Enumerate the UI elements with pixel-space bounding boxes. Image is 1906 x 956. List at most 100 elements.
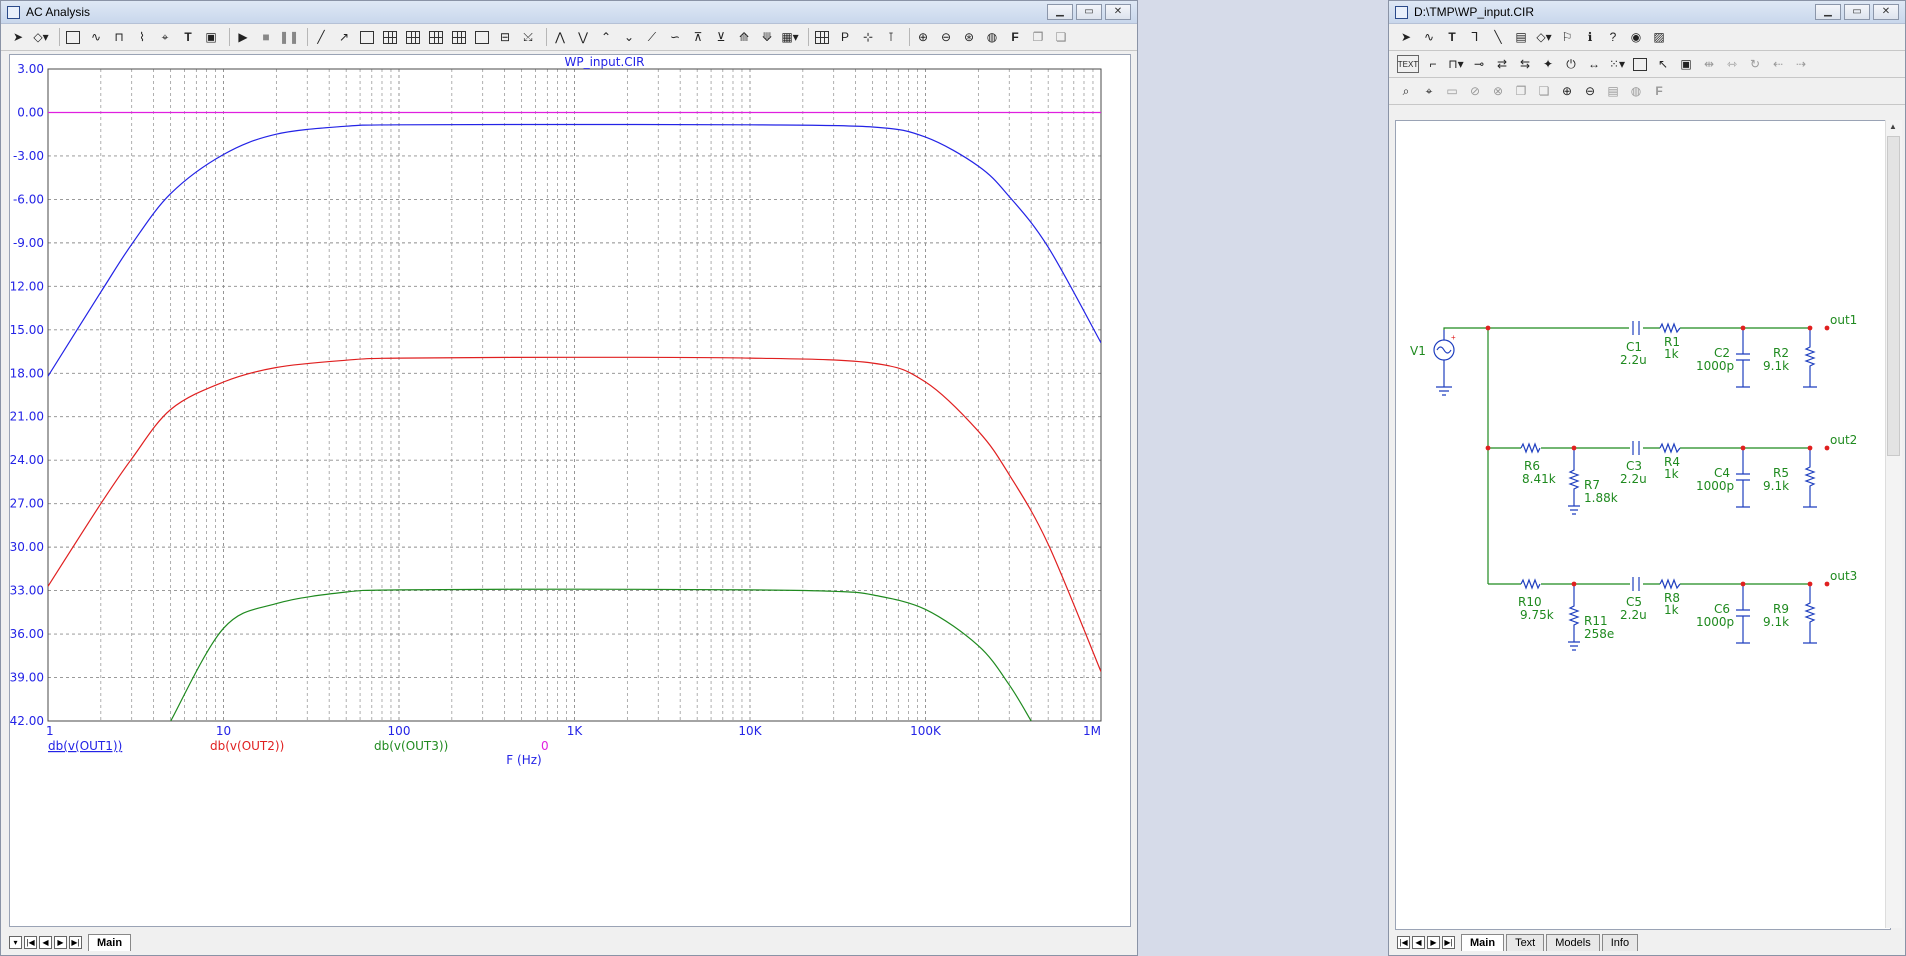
diagonal-wire-icon[interactable]: ╲ <box>1489 28 1507 46</box>
run-icon[interactable]: ▶ <box>234 28 252 46</box>
rotate-icon[interactable]: ↻ <box>1746 55 1764 73</box>
copy-icon[interactable]: ❐ <box>1029 28 1047 46</box>
grid-log-icon[interactable] <box>450 28 468 46</box>
grid-text-icon[interactable]: ⇄ <box>1493 55 1511 73</box>
last-page-icon[interactable]: ▶| <box>69 935 82 949</box>
alert-icon[interactable]: ⊘ <box>1466 82 1484 100</box>
font-icon[interactable]: F <box>1650 82 1668 100</box>
legend-entry[interactable]: db(v(OUT2)) <box>210 739 284 753</box>
color-icon[interactable]: ◍ <box>1627 82 1645 100</box>
step-icon[interactable]: ⊓ <box>110 28 128 46</box>
global-low-icon[interactable]: ⊻ <box>712 28 730 46</box>
last-page-icon[interactable]: ▶| <box>1442 935 1455 949</box>
cancel-icon[interactable]: ⊗ <box>1489 82 1507 100</box>
tab-main[interactable]: Main <box>1461 933 1505 951</box>
next-page-icon[interactable]: ▶ <box>54 935 67 949</box>
maximize-button[interactable]: ▭ <box>1844 4 1870 20</box>
marker-icon[interactable]: ⌖ <box>156 28 174 46</box>
peak-icon[interactable]: ⋀ <box>551 28 569 46</box>
legend-zero-entry[interactable]: 0 <box>541 739 549 753</box>
prev-page-icon[interactable]: ◀ <box>1412 935 1425 949</box>
tab-main[interactable]: Main <box>88 933 132 951</box>
table-icon[interactable] <box>813 28 831 46</box>
frame-icon[interactable] <box>358 28 376 46</box>
display-icon[interactable]: ▭ <box>1443 82 1461 100</box>
model-icon[interactable]: ▨ <box>1650 28 1668 46</box>
cross-icon[interactable]: ⇆ <box>1516 55 1534 73</box>
wave-icon[interactable]: ∿ <box>87 28 105 46</box>
arrow-line-icon[interactable]: ↗ <box>335 28 353 46</box>
stop-icon[interactable]: ■ <box>257 28 275 46</box>
shapes-dropdown-icon[interactable]: ◇▾ <box>32 28 50 46</box>
tab-text[interactable]: Text <box>1506 933 1545 951</box>
zoom-in-icon[interactable]: ⊕ <box>1558 82 1576 100</box>
binoculars-icon[interactable]: ⌖ <box>1420 82 1438 100</box>
tag-horizontal-icon[interactable]: ⊺ <box>882 28 900 46</box>
low-icon[interactable]: ⌄ <box>620 28 638 46</box>
properties-icon[interactable]: ▣ <box>202 28 220 46</box>
zoom-in-icon[interactable]: ⊕ <box>914 28 932 46</box>
bottom-icon[interactable]: ⟱ <box>758 28 776 46</box>
valley-icon[interactable]: ⋁ <box>574 28 592 46</box>
node-numbers-icon[interactable]: ⌐ <box>1424 55 1442 73</box>
tag-icon[interactable]: ⊹ <box>859 28 877 46</box>
flip-icon[interactable]: ⇹ <box>1700 55 1718 73</box>
scroll-menu-icon[interactable]: ▾ <box>9 935 22 949</box>
probe-icon[interactable]: ◉ <box>1627 28 1645 46</box>
scroll-thumb[interactable] <box>1887 136 1900 456</box>
info-icon[interactable]: ℹ <box>1581 28 1599 46</box>
find-icon[interactable]: ⌕ <box>1397 82 1415 100</box>
ac-analysis-titlebar[interactable]: AC Analysis ▁ ▭ ✕ <box>1 1 1137 24</box>
high-icon[interactable]: ⌃ <box>597 28 615 46</box>
wire-icon[interactable]: ⅂ <box>1466 28 1484 46</box>
wire-wave-icon[interactable]: ∿ <box>1420 28 1438 46</box>
inflection-icon[interactable]: ∽ <box>666 28 684 46</box>
legend-entry[interactable]: db(v(OUT1)) <box>48 739 122 753</box>
mirror-icon[interactable]: ⇿ <box>1723 55 1741 73</box>
shapes-dropdown-icon[interactable]: ◇▾ <box>1535 28 1553 46</box>
schematic-canvas[interactable]: + V1 C12.2u R11k C21000p R29.1k R68.41k … <box>1395 120 1891 930</box>
dotted-grid-icon[interactable]: ⁙▾ <box>1608 55 1626 73</box>
text-icon[interactable]: T <box>179 28 197 46</box>
scroll-up-icon[interactable]: ▲ <box>1886 120 1900 134</box>
help-icon[interactable]: ? <box>1604 28 1622 46</box>
ac-analysis-chart[interactable]: WP_input.CIR 3.00 0.00 -3.00 -6.00 -9.00 -12.0… <box>10 55 1130 926</box>
prev-page-icon[interactable]: ◀ <box>39 935 52 949</box>
select-arrow-icon[interactable]: ➤ <box>9 28 27 46</box>
paste-icon[interactable]: ❏ <box>1052 28 1070 46</box>
chart-panel[interactable]: WP_input.CIR 3.00 0.00 -3.00 -6.00 -9.00 -12.0… <box>9 54 1131 927</box>
tokens-icon[interactable]: ⊟ <box>496 28 514 46</box>
schematic-vertical-scrollbar[interactable]: ▲ <box>1885 120 1902 928</box>
scale-icon[interactable] <box>64 28 82 46</box>
schematic-titlebar[interactable]: D:\TMP\WP_input.CIR ▁ ▭ ✕ <box>1389 1 1905 24</box>
step-right-icon[interactable]: ⇢ <box>1792 55 1810 73</box>
tab-info[interactable]: Info <box>1601 933 1639 951</box>
zoom-fit-icon[interactable]: ⊛ <box>960 28 978 46</box>
series-out3-line[interactable] <box>170 588 1032 721</box>
minimize-button[interactable]: ▁ <box>1815 4 1841 20</box>
close-button[interactable]: ✕ <box>1105 4 1131 20</box>
step-left-icon[interactable]: ⇠ <box>1769 55 1787 73</box>
select-arrow-icon[interactable]: ➤ <box>1397 28 1415 46</box>
close-button[interactable]: ✕ <box>1873 4 1899 20</box>
minimize-button[interactable]: ▁ <box>1047 4 1073 20</box>
top-icon[interactable]: ⟰ <box>735 28 753 46</box>
text-icon[interactable]: T <box>1443 28 1461 46</box>
lamp-icon[interactable]: ✦ <box>1539 55 1557 73</box>
grid-minor-icon[interactable] <box>427 28 445 46</box>
text-mode-icon[interactable]: TEXT <box>1397 55 1419 73</box>
attribute-icon[interactable]: ⊓▾ <box>1447 55 1465 73</box>
zoom-out-icon[interactable]: ⊖ <box>937 28 955 46</box>
color-icon[interactable]: ◍ <box>983 28 1001 46</box>
tab-models[interactable]: Models <box>1546 933 1600 951</box>
measure-icon[interactable]: ↔ <box>1585 55 1603 73</box>
font-icon[interactable]: F <box>1006 28 1024 46</box>
grid-fine-icon[interactable] <box>404 28 422 46</box>
power-icon[interactable]: ⏻ <box>1562 55 1580 73</box>
pointer-icon[interactable]: ↖ <box>1654 55 1672 73</box>
props-icon[interactable]: ▣ <box>1677 55 1695 73</box>
package-icon[interactable]: ▦▾ <box>781 28 799 46</box>
point-tag-icon[interactable]: P <box>836 28 854 46</box>
legend-entry[interactable]: db(v(OUT3)) <box>374 739 448 753</box>
slope-icon[interactable]: ⟋ <box>643 28 661 46</box>
